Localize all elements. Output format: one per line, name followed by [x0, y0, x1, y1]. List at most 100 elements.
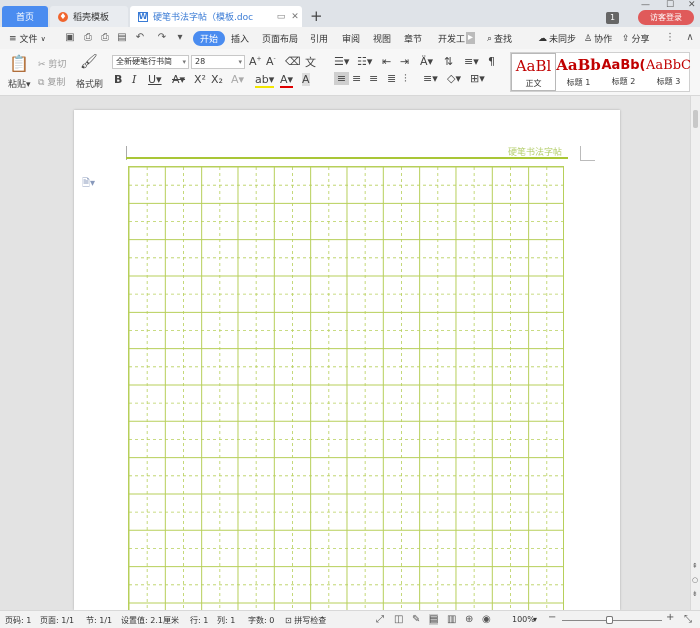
status-pages[interactable]: 页面: 1/1: [40, 615, 74, 626]
text-effect-icon[interactable]: A▾: [231, 73, 244, 86]
maximize-icon[interactable]: ☐: [666, 0, 674, 10]
underline-icon[interactable]: U▾: [148, 73, 162, 86]
superscript-icon[interactable]: X²: [194, 73, 206, 86]
increase-indent-icon[interactable]: ⇥: [400, 55, 409, 68]
search-button[interactable]: ⌕ 查找: [487, 31, 512, 46]
shading-icon[interactable]: ◇▾: [447, 72, 461, 85]
scrollbar-thumb[interactable]: [693, 110, 698, 128]
redo-icon[interactable]: ↷: [156, 32, 168, 44]
sort-icon[interactable]: ⇅: [444, 55, 453, 68]
next-page-icon[interactable]: ⇟: [692, 590, 698, 598]
align-center-icon[interactable]: ≡: [352, 72, 361, 85]
borders-icon[interactable]: ⊞▾: [470, 72, 485, 85]
collapse-ribbon-icon[interactable]: ∧: [684, 32, 696, 44]
tab-home[interactable]: 首页: [2, 6, 48, 27]
paste-icon[interactable]: 📋: [9, 54, 29, 73]
print-preview-icon[interactable]: ▤: [116, 32, 128, 44]
status-row[interactable]: 行: 1: [190, 615, 208, 626]
align-right-icon[interactable]: ≡: [369, 72, 378, 85]
show-marks-icon[interactable]: ¶: [488, 55, 495, 68]
decrease-font-icon[interactable]: A-: [266, 55, 276, 68]
font-name-select[interactable]: 全新硬笔行书简 ▾: [112, 55, 189, 69]
save-pdf-icon[interactable]: ⎙: [82, 32, 94, 44]
paragraph-spacing-icon[interactable]: ≡▾: [423, 72, 438, 85]
print-icon[interactable]: ⎙: [99, 32, 111, 44]
zoom-in-icon[interactable]: +: [666, 612, 674, 623]
cut-button[interactable]: ✂ 剪切: [38, 57, 66, 70]
document-page[interactable]: 硬笔书法字帖 🗎▾: [74, 110, 620, 610]
paragraph-anchor-icon[interactable]: 🗎▾: [82, 176, 95, 193]
reading-mode-icon[interactable]: ◫: [394, 614, 403, 625]
full-screen-icon[interactable]: ⤢: [376, 614, 384, 625]
sync-button[interactable]: ☁ 未同步: [538, 31, 576, 46]
justify-icon[interactable]: ≣: [387, 72, 396, 85]
distributed-align-icon[interactable]: ⫶: [404, 72, 407, 86]
align-left-icon[interactable]: ≡: [334, 72, 349, 85]
text-direction-icon[interactable]: Ä▾: [420, 55, 433, 68]
bold-icon[interactable]: B: [114, 73, 122, 86]
tab-templates[interactable]: ♦ 稻壳模板: [50, 6, 128, 27]
status-word-count[interactable]: 字数: 0: [248, 615, 274, 626]
menu-tab-chapter[interactable]: 章节: [404, 31, 422, 46]
close-window-icon[interactable]: ✕: [688, 0, 696, 10]
phonetic-guide-icon[interactable]: 文: [305, 54, 316, 70]
web-view-icon[interactable]: ⊕: [465, 614, 473, 625]
style-normal[interactable]: AaBl 正文: [511, 53, 556, 91]
menu-tab-home[interactable]: 开始: [193, 31, 226, 46]
menu-tab-view[interactable]: 视图: [373, 31, 391, 46]
increase-font-icon[interactable]: A+: [249, 55, 262, 68]
paste-button[interactable]: 粘贴▾: [8, 77, 31, 90]
eye-protection-icon[interactable]: ◉: [482, 614, 491, 625]
status-page-number[interactable]: 页码: 1: [5, 615, 31, 626]
page-view-icon[interactable]: ▤: [429, 614, 439, 625]
decrease-indent-icon[interactable]: ⇤: [382, 55, 391, 68]
pin-icon[interactable]: ▭: [274, 12, 288, 22]
quick-access-dropdown-icon[interactable]: ▾: [174, 32, 186, 44]
vertical-scrollbar[interactable]: ⇞ ○ ⇟: [690, 96, 700, 610]
fit-page-icon[interactable]: ⤡: [684, 614, 692, 625]
spell-check-button[interactable]: ⊡ 拼写检查: [285, 615, 326, 626]
subscript-icon[interactable]: X₂: [211, 73, 223, 86]
character-shading-icon[interactable]: A: [302, 73, 310, 86]
collaborate-button[interactable]: ♙ 协作: [584, 31, 612, 46]
format-painter-button[interactable]: 格式刷: [76, 77, 103, 90]
more-options-icon[interactable]: ⋮: [664, 32, 676, 44]
copy-button[interactable]: ⧉ 复制: [38, 75, 65, 88]
font-size-select[interactable]: 28 ▾: [191, 55, 245, 69]
undo-icon[interactable]: ↶: [134, 32, 146, 44]
document-area[interactable]: 硬笔书法字帖 🗎▾: [0, 96, 690, 610]
prev-page-icon[interactable]: ⇞: [692, 562, 698, 570]
pen-icon[interactable]: ✎: [412, 614, 420, 625]
zoom-dropdown-icon[interactable]: ▾: [533, 615, 537, 624]
menu-tab-references[interactable]: 引用: [310, 31, 328, 46]
bullet-list-icon[interactable]: ☰▾: [334, 55, 349, 68]
share-button[interactable]: ⇪ 分享: [622, 31, 650, 46]
format-painter-icon[interactable]: 🖌: [80, 54, 98, 70]
menu-tab-developer[interactable]: 开发工: [438, 31, 465, 46]
file-menu[interactable]: ≡ 文件 ∨: [9, 31, 46, 46]
tab-document[interactable]: W 硬笔书法字帖（模板.doc ▭ ✕: [130, 6, 302, 27]
zoom-level[interactable]: 100%: [512, 615, 535, 624]
status-setting-value[interactable]: 设置值: 2.1厘米: [121, 615, 179, 626]
line-spacing-icon[interactable]: ≡▾: [464, 55, 479, 68]
style-heading-2[interactable]: AaBb( 标题 2: [601, 53, 646, 91]
window-count-badge[interactable]: 1: [606, 12, 619, 24]
status-column[interactable]: 列: 1: [217, 615, 235, 626]
zoom-out-icon[interactable]: −: [548, 612, 556, 623]
menu-tab-insert[interactable]: 插入: [231, 31, 249, 46]
numbered-list-icon[interactable]: ☷▾: [357, 55, 372, 68]
clear-format-icon[interactable]: ⌫: [285, 55, 301, 68]
style-heading-3[interactable]: AaBbC 标题 3: [646, 53, 691, 91]
highlight-icon[interactable]: ab▾: [255, 73, 275, 88]
more-tabs-icon[interactable]: ▸: [466, 32, 475, 44]
style-heading-1[interactable]: AaBb 标题 1: [556, 53, 601, 91]
close-tab-icon[interactable]: ✕: [288, 12, 302, 22]
menu-tab-page-layout[interactable]: 页面布局: [262, 31, 298, 46]
italic-icon[interactable]: I: [132, 73, 136, 86]
guest-login-button[interactable]: 访客登录: [638, 10, 694, 25]
zoom-slider-handle[interactable]: [606, 616, 613, 624]
strikethrough-icon[interactable]: A▾: [172, 73, 185, 86]
menu-tab-review[interactable]: 审阅: [342, 31, 360, 46]
select-browse-icon[interactable]: ○: [692, 576, 698, 584]
new-tab-button[interactable]: +: [310, 7, 323, 25]
